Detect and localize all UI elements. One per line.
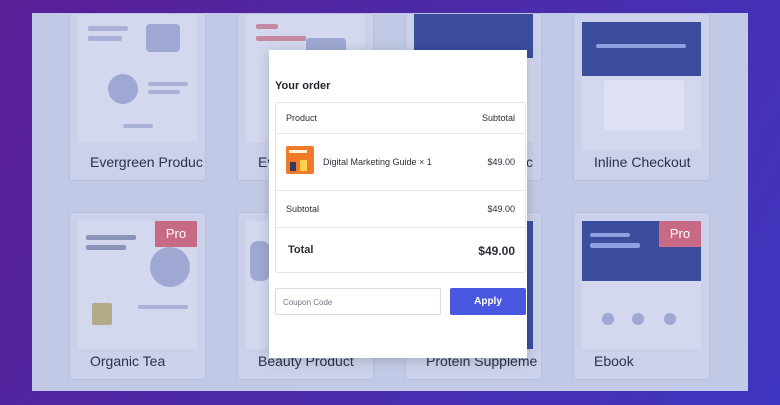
product-price: $49.00 — [487, 157, 515, 167]
order-table: Product Subtotal Digital Marketing Guide… — [275, 102, 526, 273]
order-heading: Your order — [275, 80, 331, 92]
template-title: Evergreen Produc — [90, 154, 203, 170]
template-title: Inline Checkout — [594, 154, 691, 170]
subtotal-label: Subtotal — [286, 204, 320, 214]
product-column-header: Product — [286, 113, 318, 123]
total-value: $49.00 — [478, 244, 515, 258]
template-card[interactable]: Pro Ebook — [573, 212, 710, 380]
product-thumbnail — [286, 146, 314, 174]
template-card[interactable]: Inline Checkout — [573, 13, 710, 181]
coupon-code-input[interactable]: Coupon Code — [275, 288, 441, 315]
pro-badge: Pro — [659, 221, 701, 247]
pro-badge: Pro — [155, 221, 197, 247]
total-label: Total — [288, 244, 314, 256]
apply-coupon-button[interactable]: Apply — [450, 288, 526, 315]
subtotal-value: $49.00 — [487, 204, 515, 214]
template-card[interactable]: Evergreen Produc — [69, 13, 206, 181]
template-title: Organic Tea — [90, 353, 166, 369]
template-title: c — [526, 154, 533, 170]
template-thumbnail — [582, 22, 701, 150]
product-name: Digital Marketing Guide × 1 — [323, 157, 432, 167]
subtotal-column-header: Subtotal — [481, 113, 515, 123]
template-title: Ebook — [594, 353, 634, 369]
template-card[interactable]: Pro Organic Tea — [69, 212, 206, 380]
template-thumbnail — [78, 14, 197, 142]
order-modal: Your order Product Subtotal Digital Mark… — [269, 50, 527, 358]
